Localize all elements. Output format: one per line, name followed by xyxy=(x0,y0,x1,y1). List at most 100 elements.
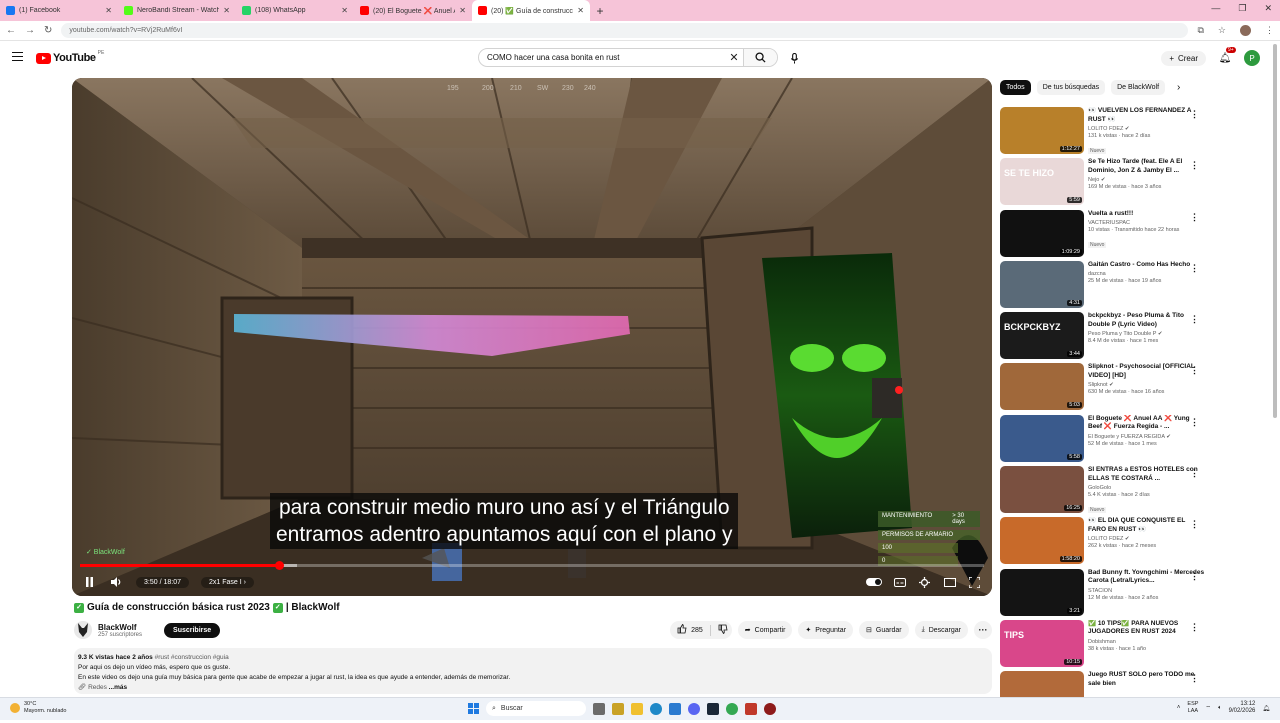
recommendation-title[interactable]: El Boguete ❌ Anuel AA ❌ Yung Beef ❌ Fuer… xyxy=(1088,415,1205,432)
back-icon[interactable]: ← xyxy=(6,25,16,36)
recommendation-channel[interactable]: El Boguete y FUERZA REGIDA ✔︎ xyxy=(1088,434,1205,440)
clear-search-icon[interactable]: ✕ xyxy=(725,51,743,64)
youtube-logo[interactable]: YouTube PE xyxy=(36,50,104,64)
taskbar-clock[interactable]: 13:12 9/02/2026 xyxy=(1229,701,1256,715)
recommendation-channel[interactable]: VACTERIUSPAC xyxy=(1088,220,1205,226)
filter-chip[interactable]: Todos xyxy=(1000,80,1031,95)
profile-avatar-mini[interactable] xyxy=(1240,25,1251,36)
close-tab-icon[interactable]: ✕ xyxy=(223,6,230,15)
share-button[interactable]: ➦ Compartir xyxy=(737,621,793,639)
autoplay-toggle[interactable] xyxy=(866,578,882,586)
show-more-link[interactable]: ...más xyxy=(109,684,127,691)
edge-icon[interactable] xyxy=(650,702,662,715)
more-vertical-icon[interactable]: ⋮ xyxy=(1190,468,1199,479)
recommendation-item[interactable]: 1:09:29 Vuelta a rust!!! VACTERIUSPAC 10 vi… xyxy=(1000,209,1205,261)
close-tab-icon[interactable]: ✕ xyxy=(105,6,112,15)
new-tab-button[interactable]: + xyxy=(590,4,610,18)
windows-start-icon[interactable] xyxy=(468,703,479,714)
progress-bar[interactable] xyxy=(80,561,984,570)
recommendation-title[interactable]: Juego RUST SOLO pero TODO me sale bien xyxy=(1088,671,1205,688)
steam-icon[interactable] xyxy=(707,702,719,715)
wifi-icon[interactable]: ⌔ xyxy=(1205,704,1211,712)
theater-mode-button[interactable] xyxy=(942,575,957,590)
recommendation-channel[interactable]: dazcna xyxy=(1088,271,1205,277)
rust-game-icon[interactable] xyxy=(745,702,757,715)
language-indicator[interactable]: ESP LAA xyxy=(1187,701,1198,715)
channel-avatar[interactable] xyxy=(74,621,92,639)
more-vertical-icon[interactable]: ⋮ xyxy=(1190,365,1199,376)
notifications-button[interactable]: 🔔︎ 9+ xyxy=(1218,47,1236,65)
fullscreen-button[interactable] xyxy=(967,575,982,590)
recommendation-title[interactable]: Vuelta a rust!!! xyxy=(1088,210,1205,219)
video-thumbnail[interactable]: TIPS 10:15 xyxy=(1000,619,1084,667)
recommendation-item[interactable]: SE TE HIZO 5:59 Se Te Hizo Tarde (feat. El… xyxy=(1000,158,1205,209)
more-vertical-icon[interactable]: ⋮ xyxy=(1190,571,1199,582)
subtitles-button[interactable] xyxy=(892,575,907,590)
search-button[interactable] xyxy=(743,49,777,66)
video-thumbnail[interactable]: 1:09:29 xyxy=(1000,209,1084,257)
recommendation-title[interactable]: Bad Bunny ft. Yovngchimi - Mercedes Caro… xyxy=(1088,569,1205,586)
video-player[interactable]: 195 200 210 SW 230 240 para construir medio m… xyxy=(72,78,992,596)
browser-menu-icon[interactable]: ⋮ xyxy=(1265,25,1274,36)
more-vertical-icon[interactable]: ⋮ xyxy=(1190,673,1199,684)
notification-center-icon[interactable]: 🔔︎ xyxy=(1262,705,1270,712)
maximize-icon[interactable]: ❐ xyxy=(1238,3,1246,14)
more-vertical-icon[interactable]: ⋮ xyxy=(1190,212,1199,223)
recommendation-title[interactable]: ✅ 10 TIPS✅ PARA NUEVOS JUGADORES EN RUST… xyxy=(1088,620,1205,637)
video-thumbnail[interactable]: 3:21 xyxy=(1000,568,1084,616)
recommendation-channel[interactable]: Dobishman xyxy=(1088,639,1205,645)
browser-tab[interactable]: (20) ✅ Guía de construcción ✕ xyxy=(472,0,590,21)
chevron-up-icon[interactable]: ˄ xyxy=(1177,705,1181,711)
recommendation-item[interactable]: 5:03 Slipknot - Psychosocial [OFFICIAL VI… xyxy=(1000,363,1205,414)
recommendation-item[interactable]: 3:21 Bad Bunny ft. Yovngchimi - Mercedes … xyxy=(1000,568,1205,620)
hashtags[interactable]: #rust #construccion #guia xyxy=(155,654,229,661)
description-box[interactable]: 9.3 K vistas hace 2 años #rust #construc… xyxy=(74,648,992,694)
user-avatar[interactable]: P xyxy=(1244,50,1260,66)
reload-icon[interactable]: ↻ xyxy=(44,25,52,36)
url-field[interactable]: youtube.com/watch?v=RVj2RuMf6vI xyxy=(61,23,1189,38)
save-button[interactable]: ⊟ Guardar xyxy=(859,621,909,639)
recommendation-channel[interactable]: GoloGolo xyxy=(1088,485,1205,491)
recommendation-item[interactable]: TIPS 10:15 ✅ 10 TIPS✅ PARA NUEVOS JUGADORE… xyxy=(1000,619,1205,671)
download-button[interactable]: ⤓ Descargar xyxy=(914,621,968,639)
video-thumbnail[interactable]: 5:03 xyxy=(1000,363,1084,411)
chapter-button[interactable]: 2x1 Fase I › xyxy=(200,576,254,588)
recommendation-title[interactable]: SI ENTRAS a ESTOS HOTELES con ELLAS TE C… xyxy=(1088,466,1205,483)
progress-scrubber-handle[interactable] xyxy=(274,561,284,570)
recommendation-channel[interactable]: Peso Pluma y Tito Double P ✔︎ xyxy=(1088,331,1205,337)
recommendation-title[interactable]: Se Te Hizo Tarde (feat. Ele A El Dominio… xyxy=(1088,158,1205,175)
recommendation-title[interactable]: bckpckbyz - Peso Pluma & Tito Double P (… xyxy=(1088,312,1205,329)
dislike-button[interactable] xyxy=(718,624,728,636)
close-window-icon[interactable]: ✕ xyxy=(1264,3,1272,14)
install-app-icon[interactable]: ⧉ xyxy=(1197,25,1203,36)
pause-button[interactable] xyxy=(82,575,97,590)
taskbar-search[interactable]: ⌕ Buscar xyxy=(486,701,586,716)
video-thumbnail[interactable]: BCKPCKBYZ 3:44 xyxy=(1000,312,1084,360)
browser-tab[interactable]: (108) WhatsApp ✕ xyxy=(236,0,354,21)
page-scrollbar[interactable] xyxy=(1273,44,1277,418)
forward-icon[interactable]: → xyxy=(25,25,35,36)
more-vertical-icon[interactable]: ⋮ xyxy=(1190,519,1199,530)
weather-widget[interactable]: 30°C Mayorm. nublado xyxy=(10,701,67,714)
menu-hamburger-icon[interactable] xyxy=(12,52,23,61)
close-tab-icon[interactable]: ✕ xyxy=(341,6,348,15)
speaker-icon[interactable]: 🔈︎ xyxy=(1218,705,1222,712)
video-thumbnail[interactable]: 1:58:20 xyxy=(1000,517,1084,565)
more-vertical-icon[interactable]: ⋮ xyxy=(1190,263,1199,274)
recommendation-channel[interactable]: LOLITO FDEZ ✔︎ xyxy=(1088,126,1205,132)
browser-tab[interactable]: NeroBandi Stream - Watch Live✕ xyxy=(118,0,236,21)
channel-name[interactable]: BlackWolf xyxy=(98,623,142,632)
recommendation-item[interactable]: 1:12:27 👀 VUELVEN LOS FERNÁNDEZ A RUST 👀 L… xyxy=(1000,107,1205,158)
video-thumbnail[interactable]: 1:12:27 xyxy=(1000,107,1084,154)
recommendation-title[interactable]: Gaitán Castro - Como Has Hecho xyxy=(1088,261,1205,270)
recommendation-item[interactable]: 16:25 SI ENTRAS a ESTOS HOTELES con ELLAS… xyxy=(1000,466,1205,517)
close-tab-icon[interactable]: ✕ xyxy=(577,6,584,15)
recommendation-item[interactable]: 1:58:20 👀 EL DÍA QUE CONQUISTÉ EL FARO EN… xyxy=(1000,517,1205,568)
voice-search-button[interactable] xyxy=(786,50,802,66)
app-icon[interactable] xyxy=(764,702,776,715)
discord-icon[interactable] xyxy=(688,702,700,715)
recommendation-item[interactable]: BCKPCKBYZ 3:44 bckpckbyz - Peso Pluma & Ti… xyxy=(1000,312,1205,363)
create-button[interactable]: + Crear xyxy=(1161,50,1206,66)
minimize-icon[interactable]: — xyxy=(1211,3,1220,14)
recommendation-title[interactable]: Slipknot - Psychosocial [OFFICIAL VIDEO]… xyxy=(1088,363,1205,380)
